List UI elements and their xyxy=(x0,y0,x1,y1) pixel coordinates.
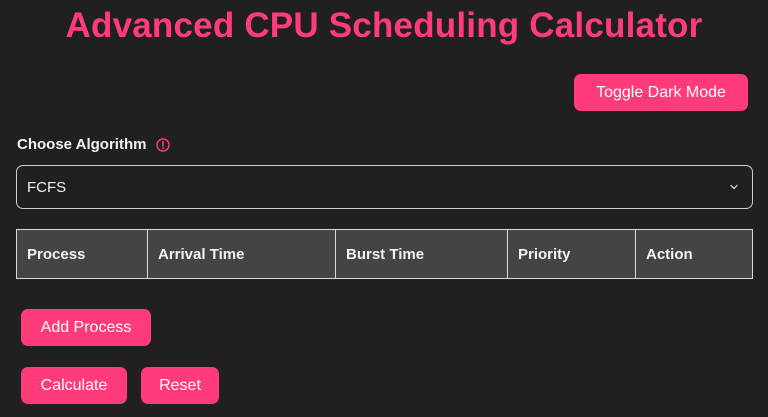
reset-button[interactable]: Reset xyxy=(141,367,219,404)
choose-algorithm-label-row: Choose Algorithm xyxy=(17,136,171,153)
process-table: Process Arrival Time Burst Time Priority… xyxy=(16,229,753,279)
page: Advanced CPU Scheduling Calculator Toggl… xyxy=(0,0,768,417)
process-table-header-row: Process Arrival Time Burst Time Priority… xyxy=(16,229,753,279)
column-header-arrival-time: Arrival Time xyxy=(147,229,336,279)
column-header-priority: Priority xyxy=(507,229,636,279)
column-header-burst-time: Burst Time xyxy=(335,229,508,279)
algorithm-select-value: FCFS xyxy=(27,178,67,196)
calculate-button[interactable]: Calculate xyxy=(21,367,127,404)
column-header-action: Action xyxy=(635,229,753,279)
algorithm-select[interactable]: FCFS xyxy=(16,165,753,209)
column-header-process: Process xyxy=(16,229,148,279)
chevron-down-icon xyxy=(730,184,738,190)
page-title: Advanced CPU Scheduling Calculator xyxy=(65,6,703,45)
toggle-dark-mode-button[interactable]: Toggle Dark Mode xyxy=(574,74,748,111)
info-circle-icon[interactable] xyxy=(156,137,171,152)
add-process-button[interactable]: Add Process xyxy=(21,309,151,346)
choose-algorithm-label: Choose Algorithm xyxy=(17,136,147,153)
